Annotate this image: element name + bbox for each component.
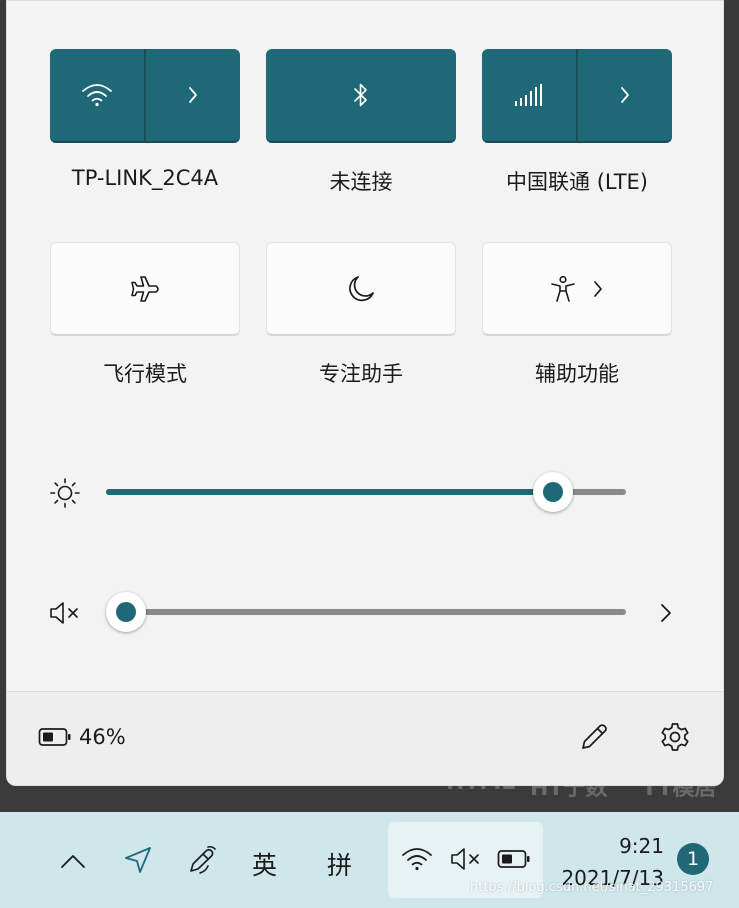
brightness-slider-thumb[interactable] [533, 472, 573, 512]
battery-percent[interactable]: 46% [79, 725, 126, 749]
moon-icon [346, 274, 376, 304]
airplane-mode-label: 飞行模式 [103, 362, 187, 386]
quick-settings-panel: TP-LINK_2C4A 未连接 中国联通 (LTE) 飞行模式 专注助手 辅助… [6, 0, 724, 786]
chevron-right-icon [659, 602, 673, 624]
volume-muted-icon[interactable] [47, 595, 83, 631]
clock-time[interactable]: 9:21 [590, 834, 664, 858]
edit-quick-settings-button[interactable] [576, 719, 612, 755]
airplane-mode-tile[interactable] [50, 242, 240, 336]
location-button[interactable] [121, 842, 155, 878]
cellular-signal-icon [514, 83, 544, 107]
bluetooth-icon [352, 81, 370, 109]
wifi-tile-label: TP-LINK_2C4A [71, 166, 219, 190]
watermark-text: https://blog.csdn.net/sinat_29315697 [470, 880, 714, 895]
cellular-tile-label: 中国联通 (LTE) [506, 170, 648, 194]
cellular-expand-button[interactable] [578, 49, 672, 141]
accessibility-label: 辅助功能 [535, 362, 619, 386]
pencil-icon [578, 721, 610, 753]
chevron-right-icon [619, 85, 631, 105]
airplane-icon [129, 274, 161, 304]
wifi-toggle-button[interactable] [50, 49, 144, 141]
volume-slider-thumb[interactable] [106, 592, 146, 632]
focus-assist-label: 专注助手 [319, 362, 403, 386]
battery-icon[interactable] [38, 724, 72, 750]
settings-button[interactable] [657, 719, 693, 755]
wifi-icon [81, 82, 113, 108]
wifi-tile [50, 49, 240, 143]
volume-expand-button[interactable] [652, 599, 680, 627]
volume-muted-icon [448, 844, 484, 874]
brightness-slider-fill [106, 489, 553, 495]
battery-icon [496, 846, 532, 872]
location-arrow-icon [123, 845, 153, 875]
notification-center-badge[interactable]: 1 [677, 843, 709, 875]
pen-menu-button[interactable] [184, 842, 220, 878]
wifi-icon [400, 844, 434, 874]
chevron-right-icon [592, 279, 604, 299]
chevron-up-icon [60, 853, 86, 869]
cellular-tile [482, 49, 672, 143]
bluetooth-tile[interactable] [266, 49, 456, 143]
focus-assist-tile[interactable] [266, 242, 456, 336]
brightness-icon [47, 475, 83, 511]
accessibility-tile[interactable] [482, 242, 672, 336]
ime-mode-indicator[interactable]: 拼 [327, 846, 352, 882]
show-hidden-icons-button[interactable] [58, 846, 88, 876]
chevron-right-icon [187, 85, 199, 105]
ime-language-indicator[interactable]: 英 [252, 846, 277, 882]
wifi-expand-button[interactable] [146, 49, 240, 141]
pen-icon [186, 844, 218, 876]
accessibility-icon [550, 275, 576, 303]
bluetooth-tile-label: 未连接 [329, 170, 393, 194]
gear-icon [659, 721, 691, 753]
volume-slider[interactable] [106, 592, 626, 632]
brightness-slider[interactable] [106, 472, 626, 512]
cellular-toggle-button[interactable] [482, 49, 576, 141]
